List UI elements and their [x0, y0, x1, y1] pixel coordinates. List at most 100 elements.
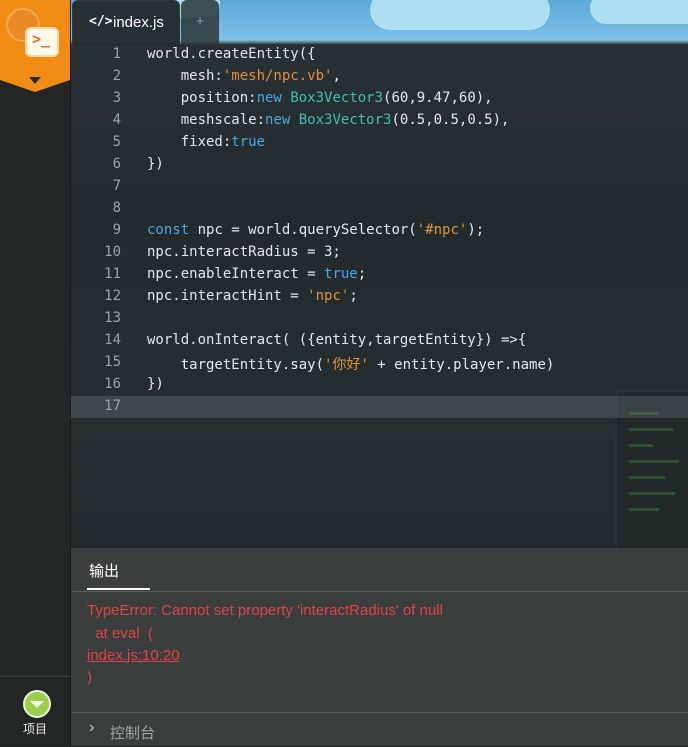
code-token: 'mesh/npc.vb' — [222, 68, 333, 84]
code-token: Box3Vector3 — [290, 90, 384, 106]
project-icon — [23, 690, 51, 718]
line-number: 16 — [104, 376, 121, 392]
code-line[interactable]: 3 position:new Box3Vector3(60,9.47,60), — [71, 88, 688, 110]
sidebar: >_ 项目 — [0, 0, 71, 746]
tab-output[interactable]: 输出 — [89, 560, 119, 581]
console-toggle[interactable]: › 控制台 — [71, 712, 688, 747]
app-logo-button[interactable]: >_ — [0, 0, 70, 80]
code-line[interactable]: 17 — [71, 396, 688, 418]
code-token: npc = world.querySelector( — [189, 222, 417, 238]
code-text: position:new Box3Vector3(60,9.47,60), — [147, 90, 493, 106]
line-number: 2 — [112, 68, 121, 84]
code-line[interactable]: 14 world.onInteract( ({entity,targetEntit… — [71, 330, 688, 352]
tab-label: index.js — [113, 14, 164, 31]
tab-index-js[interactable]: </> index.js — [72, 0, 180, 45]
plus-icon: + — [196, 13, 204, 28]
code-token: ; — [349, 288, 358, 304]
chevron-down-icon[interactable] — [29, 77, 41, 84]
code-token: }) — [147, 156, 164, 172]
error-stack-close: ) — [87, 669, 92, 686]
code-token: world.onInteract( ({entity,targetEntity}… — [147, 332, 527, 348]
line-number: 14 — [104, 332, 121, 348]
code-line[interactable]: 4 meshscale:new Box3Vector3(0.5,0.5,0.5)… — [71, 110, 688, 132]
code-line[interactable]: 15 targetEntity.say('你好' + entity.player… — [71, 352, 688, 374]
code-text: }) — [147, 376, 164, 392]
code-text: targetEntity.say('你好' + entity.player.na… — [147, 354, 555, 374]
code-token: , — [332, 68, 341, 84]
code-token: fixed: — [147, 134, 232, 150]
code-token: new — [265, 112, 291, 128]
code-token: ); — [467, 222, 485, 238]
code-token: ; — [357, 266, 367, 282]
terminal-glyph: >_ — [32, 30, 51, 48]
sidebar-item-project[interactable]: 项目 — [0, 676, 70, 747]
add-tab-button[interactable]: + — [181, 0, 219, 44]
code-text: npc.interactHint = 'npc'; — [147, 288, 358, 304]
code-token: npc.enableInteract = — [147, 266, 325, 282]
code-token: world.createEntity({ — [147, 46, 316, 62]
error-stack-line: at eval ( — [87, 625, 153, 642]
code-token: 'npc' — [307, 288, 350, 304]
code-token: true — [231, 134, 266, 150]
code-line[interactable]: 9 const npc = world.querySelector('#npc')… — [71, 220, 688, 242]
code-text: npc.interactRadius = 3; — [147, 244, 341, 260]
code-line[interactable]: 2 mesh:'mesh/npc.vb', — [71, 66, 688, 88]
line-number: 15 — [104, 354, 121, 370]
code-line[interactable]: 8 — [71, 198, 688, 220]
line-number: 4 — [112, 112, 121, 128]
code-text: world.onInteract( ({entity,targetEntity}… — [147, 332, 526, 348]
code-token: const — [147, 222, 190, 238]
console-label: 控制台 — [110, 725, 156, 742]
output-panel: 输出 TypeError: Cannot set property 'inter… — [71, 548, 688, 746]
code-token: (60,9.47,60), — [383, 90, 493, 106]
line-number: 10 — [104, 244, 121, 260]
line-number: 3 — [112, 90, 121, 106]
code-line[interactable]: 7 — [71, 176, 688, 198]
code-token: true — [324, 266, 358, 282]
code-token: npc.interactRadius = 3; — [147, 244, 341, 260]
code-text: mesh:'mesh/npc.vb', — [147, 68, 341, 84]
line-number: 13 — [104, 310, 121, 326]
line-number: 8 — [112, 200, 121, 216]
code-token: Box3Vector3 — [298, 112, 392, 128]
code-line[interactable]: 16}) — [71, 374, 688, 396]
code-token: }) — [147, 376, 164, 392]
code-token: meshscale: — [147, 112, 266, 128]
cloud — [370, 0, 550, 30]
error-message: TypeError: Cannot set property 'interact… — [87, 602, 443, 619]
code-text: world.createEntity({ — [147, 46, 316, 62]
code-token: '你好' — [324, 357, 369, 373]
code-icon: </> — [89, 14, 113, 29]
code-text: fixed:true — [147, 134, 265, 150]
line-number: 1 — [112, 46, 121, 62]
line-number: 11 — [104, 266, 121, 282]
line-number: 7 — [112, 178, 121, 194]
code-token: mesh: — [147, 68, 223, 84]
line-number: 17 — [104, 398, 121, 414]
chevron-right-icon: › — [89, 719, 95, 736]
code-token: (0.5,0.5,0.5), — [391, 112, 510, 128]
code-line[interactable]: 13 — [71, 308, 688, 330]
terminal-icon: >_ — [27, 29, 57, 55]
code-token: + entity.player.name) — [368, 357, 555, 373]
line-number: 9 — [112, 222, 121, 238]
cloud — [590, 0, 688, 24]
code-line[interactable]: 10 npc.interactRadius = 3; — [71, 242, 688, 264]
code-editor[interactable]: 1 world.createEntity({ 2 mesh:'mesh/npc.vb… — [71, 44, 688, 548]
error-source-link[interactable]: index.js:10:20 — [87, 647, 180, 664]
code-line[interactable]: 11 npc.enableInteract = true; — [71, 264, 688, 286]
line-number: 12 — [104, 288, 121, 304]
code-line[interactable]: 1 world.createEntity({ — [71, 44, 688, 66]
code-line[interactable]: 12 npc.interactHint = 'npc'; — [71, 286, 688, 308]
line-number: 6 — [112, 156, 121, 172]
code-token: position: — [147, 90, 257, 106]
code-text: meshscale:new Box3Vector3(0.5,0.5,0.5), — [147, 112, 510, 128]
code-token: '#npc' — [416, 222, 468, 238]
line-number: 5 — [112, 134, 121, 150]
sidebar-item-label: 项目 — [22, 722, 47, 736]
code-token: new — [256, 90, 282, 106]
active-tab-indicator — [87, 588, 150, 590]
code-line[interactable]: 5 fixed:true — [71, 132, 688, 154]
code-line[interactable]: 6}) — [71, 154, 688, 176]
